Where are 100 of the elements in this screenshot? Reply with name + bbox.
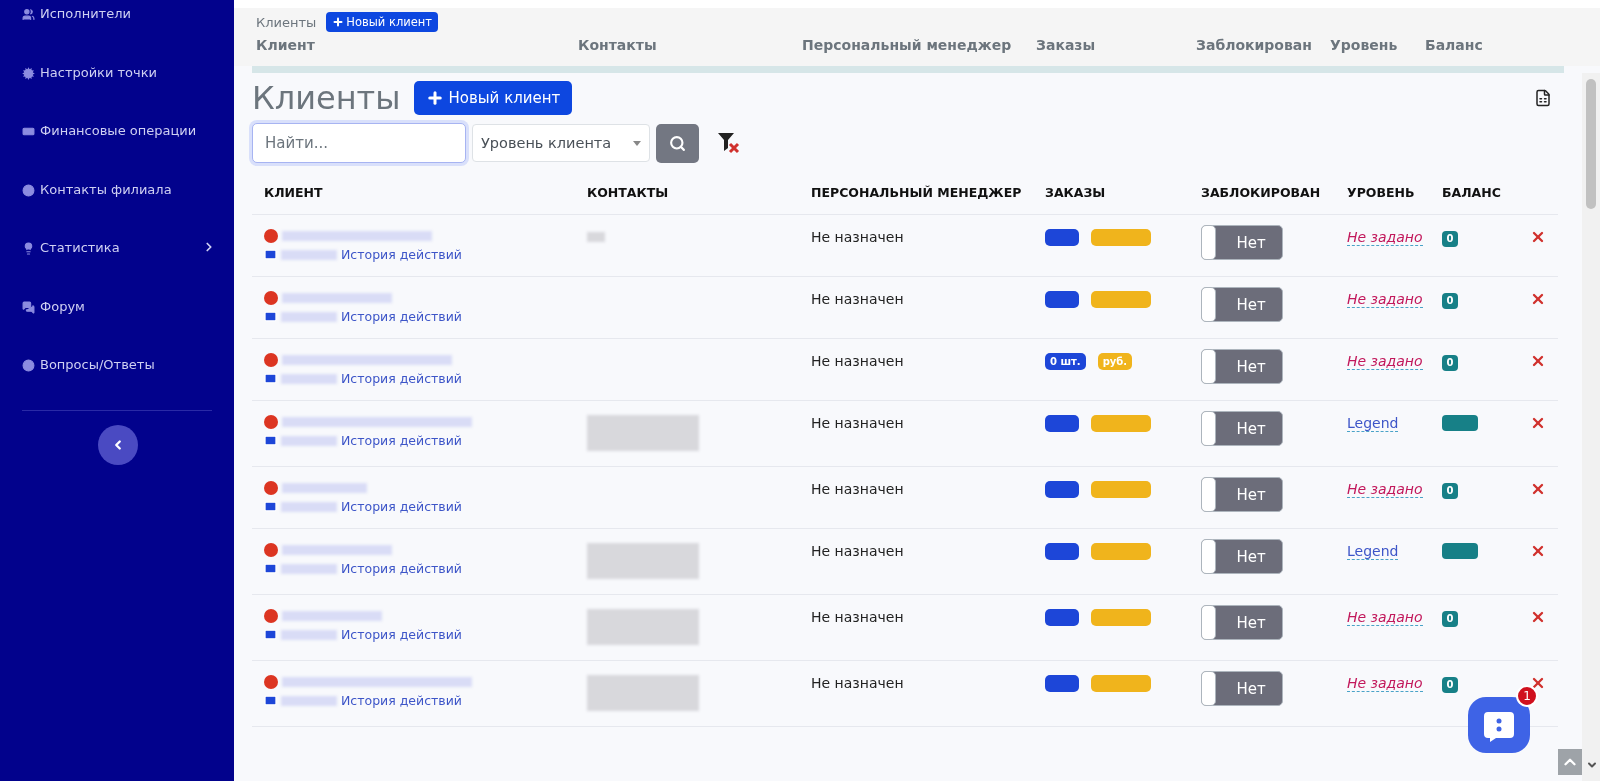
status-dot (264, 481, 278, 495)
sidebar-item[interactable]: Финансовые операции (22, 121, 234, 180)
mail-icon (264, 248, 277, 261)
level-link[interactable]: Не задано (1347, 291, 1423, 308)
blurred-email (281, 435, 337, 446)
status-dot (264, 229, 278, 243)
search-icon (669, 134, 686, 152)
scrollbar[interactable] (1582, 73, 1600, 781)
sidebar-item[interactable]: Настройки точки (22, 62, 234, 121)
column-header: ЗАКАЗЫ (1033, 163, 1189, 215)
delete-button[interactable] (1530, 291, 1546, 307)
blurred-orders-badge (1045, 229, 1079, 246)
sidebar-item[interactable]: Вопросы/Ответы (22, 355, 234, 414)
history-link[interactable]: История действий (341, 433, 462, 448)
delete-button[interactable] (1530, 481, 1546, 497)
column-header: Клиент (256, 37, 316, 53)
column-header: Контакты (578, 37, 658, 53)
blurred-sum-badge (1091, 415, 1151, 432)
excel-export-icon[interactable] (1534, 89, 1552, 107)
balance-badge: 0 (1442, 482, 1458, 499)
new-client-button[interactable]: Новый клиент (414, 81, 573, 115)
level-link[interactable]: Legend (1347, 543, 1399, 560)
delete-button[interactable] (1530, 415, 1546, 431)
notification-badge: 1 (1516, 685, 1538, 707)
delete-button[interactable] (1530, 229, 1546, 245)
history-link[interactable]: История действий (341, 309, 462, 324)
sidebar-item[interactable]: Контакты филиала (22, 179, 234, 238)
column-header: Заказы (1036, 37, 1097, 53)
level-link[interactable]: Не задано (1347, 675, 1423, 692)
level-link[interactable]: Не задано (1347, 609, 1423, 626)
sticky-title: Клиенты (256, 14, 317, 30)
level-link[interactable]: Legend (1347, 415, 1399, 432)
blurred-sum-badge (1091, 675, 1151, 692)
client-level-select[interactable]: Уровень клиента (472, 124, 650, 162)
sidebar-item-icon (22, 8, 35, 21)
delete-button[interactable] (1530, 609, 1546, 625)
sidebar-item-icon (22, 125, 35, 138)
delete-button[interactable] (1530, 675, 1546, 691)
mail-icon (264, 434, 277, 447)
manager-cell: Не назначен (799, 467, 1033, 529)
search-button[interactable] (656, 123, 699, 163)
blocked-toggle[interactable]: Нет (1201, 411, 1283, 446)
delete-button[interactable] (1530, 353, 1546, 369)
clear-filter-icon[interactable] (717, 131, 741, 155)
column-header: Уровень (1330, 37, 1399, 53)
blurred-orders-badge (1045, 291, 1079, 308)
status-dot (264, 291, 278, 305)
blurred-email (281, 629, 337, 640)
plus-icon (426, 89, 445, 107)
mail-icon (264, 562, 277, 575)
mail-icon (264, 628, 277, 641)
level-link[interactable]: Не задано (1347, 229, 1423, 246)
level-link[interactable]: Не задано (1347, 353, 1423, 370)
blocked-toggle[interactable]: Нет (1201, 477, 1283, 512)
manager-cell: Не назначен (799, 215, 1033, 277)
level-link[interactable]: Не задано (1347, 481, 1423, 498)
history-link[interactable]: История действий (341, 371, 462, 386)
blocked-toggle[interactable]: Нет (1201, 349, 1283, 384)
mail-icon (264, 500, 277, 513)
sidebar-item[interactable]: Исполнители (22, 4, 234, 63)
mail-icon (264, 310, 277, 323)
blocked-toggle[interactable]: Нет (1201, 605, 1283, 640)
sidebar-item[interactable]: Статистика (22, 238, 234, 297)
status-dot (264, 543, 278, 557)
sidebar-item-icon (22, 242, 35, 255)
blocked-toggle[interactable]: Нет (1201, 287, 1283, 322)
blurred-sum-badge (1091, 543, 1151, 560)
balance-badge: 0 (1442, 292, 1458, 309)
history-link[interactable]: История действий (341, 693, 462, 708)
history-link[interactable]: История действий (341, 627, 462, 642)
balance-badge: 0 (1442, 230, 1458, 247)
sidebar-item[interactable]: Форум (22, 296, 234, 355)
blurred-sum-badge (1091, 481, 1151, 498)
sidebar-item-icon (22, 66, 35, 80)
orders-sum-badge: руб. (1097, 353, 1133, 370)
column-header: ЗАБЛОКИРОВАН (1189, 163, 1335, 215)
manager-cell: Не назначен (799, 661, 1033, 727)
manager-cell: Не назначен (799, 339, 1033, 401)
balance-badge: 0 (1442, 676, 1458, 693)
history-link[interactable]: История действий (341, 499, 462, 514)
column-header: ПЕРСОНАЛЬНЫЙ МЕНЕДЖЕР (799, 163, 1033, 215)
new-client-button[interactable]: Новый клиент (326, 12, 439, 32)
blocked-toggle[interactable]: Нет (1201, 225, 1283, 260)
collapse-sidebar-button[interactable] (98, 424, 138, 465)
blurred-email (281, 373, 337, 384)
status-dot (264, 675, 278, 689)
history-link[interactable]: История действий (341, 561, 462, 576)
search-field[interactable]: Найти... (252, 123, 466, 163)
blurred-sum-badge (1091, 609, 1151, 626)
column-header: КЛИЕНТ (252, 163, 575, 215)
plus-icon (332, 16, 345, 28)
blocked-toggle[interactable]: Нет (1201, 671, 1283, 706)
history-link[interactable]: История действий (341, 247, 462, 262)
blocked-toggle[interactable]: Нет (1201, 539, 1283, 574)
blurred-email (281, 249, 337, 260)
delete-button[interactable] (1530, 543, 1546, 559)
balance-badge: 0 (1442, 610, 1458, 627)
blurred-sum-badge (1091, 229, 1151, 246)
manager-cell: Не назначен (799, 401, 1033, 467)
blurred-orders-badge (1045, 609, 1079, 626)
